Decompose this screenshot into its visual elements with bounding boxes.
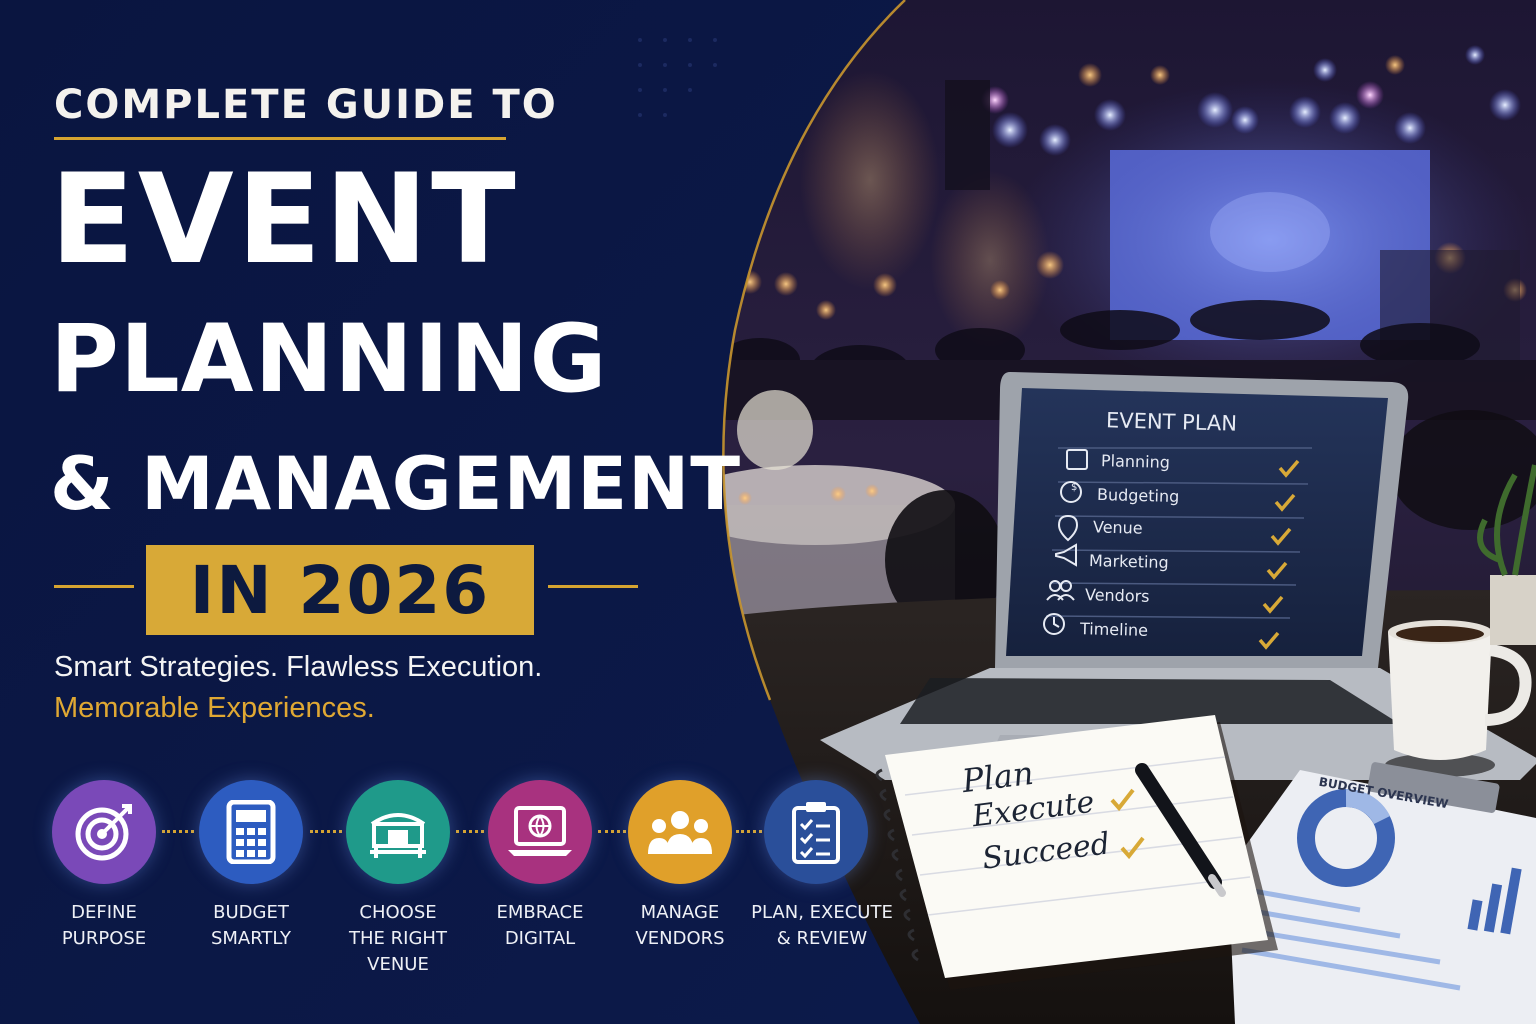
title-line-event: EVENT: [50, 148, 519, 292]
target-icon: [75, 804, 132, 861]
plan-item-timeline: Timeline: [1079, 619, 1149, 640]
step-define-purpose: [52, 780, 156, 884]
step-budget-smartly: [199, 780, 303, 884]
venue-icon: [370, 813, 426, 858]
checklist-icon: [792, 802, 840, 864]
step-embrace-digital: [488, 780, 592, 884]
laptop-globe-icon: [508, 806, 572, 856]
laptop-keyboard: [900, 678, 1400, 724]
step-connector: [162, 830, 194, 837]
tagline-accent: Memorable Experiences.: [54, 692, 375, 724]
year-banner: IN 2026: [146, 545, 534, 635]
plan-item-venue: Venue: [1092, 517, 1143, 538]
step-manage-vendors: [628, 780, 732, 884]
tagline-primary: Smart Strategies. Flawless Execution.: [54, 651, 543, 683]
step-label-plan-execute-review: PLAN, EXECUTE & REVIEW: [751, 902, 893, 949]
plan-item-marketing: Marketing: [1088, 550, 1169, 573]
step-label-manage-vendors: MANAGE VENDORS: [635, 902, 725, 949]
title-line-planning: PLANNING: [50, 305, 608, 414]
calculator-icon: [226, 800, 276, 864]
step-label-embrace-digital: EMBRACE DIGITAL: [496, 902, 584, 949]
guide-kicker: COMPLETE GUIDE TO: [54, 82, 558, 128]
step-label-define-purpose: DEFINE PURPOSE: [61, 902, 147, 949]
people-icon: [648, 811, 712, 854]
year-rule-left: [54, 585, 134, 588]
step-connector: [598, 830, 626, 837]
kicker-underline: [54, 137, 506, 140]
title-line-management: & MANAGEMENT: [50, 442, 741, 527]
step-connector: [456, 830, 484, 837]
step-label-budget-smartly: BUDGET SMARTLY: [210, 902, 292, 949]
plan-item-vendors: Vendors: [1084, 585, 1150, 606]
plan-item-budgeting: Budgeting: [1096, 484, 1180, 507]
step-choose-venue: [346, 780, 450, 884]
floral-centerpiece: [737, 390, 813, 470]
step-label-choose-venue: CHOOSE THE RIGHT VENUE: [349, 902, 447, 975]
year-label: IN 2026: [189, 551, 491, 629]
event-plan-title: EVENT PLAN: [1105, 408, 1238, 436]
plan-item-planning: Planning: [1100, 451, 1171, 472]
year-rule-right: [548, 585, 638, 588]
step-connector: [736, 830, 762, 837]
svg-text:$: $: [1071, 482, 1077, 493]
step-plan-execute-review: [764, 780, 868, 884]
step-connector: [310, 830, 342, 837]
